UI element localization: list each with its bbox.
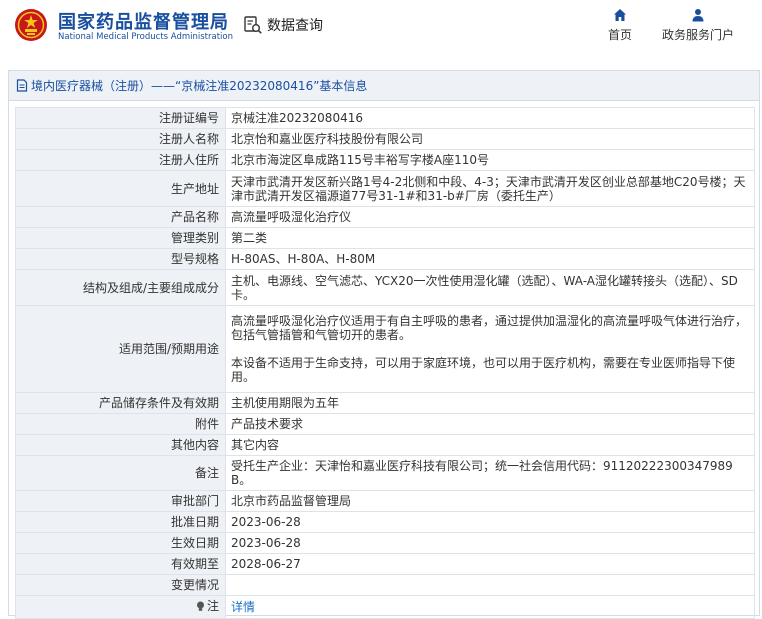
- row-value: H-80AS、H-80A、H-80M: [225, 248, 755, 270]
- row-value: 2023-06-28: [225, 511, 755, 533]
- usage-paragraph: 本设备不适用于生命支持，可以用于家庭环境，也可以用于医疗机构，需要在专业医师指导…: [231, 356, 736, 384]
- table-row: 型号规格 H-80AS、H-80A、H-80M: [15, 248, 755, 270]
- row-label: 适用范围/预期用途: [15, 305, 226, 393]
- nav-home-label: 首页: [607, 28, 632, 42]
- row-label: 产品名称: [15, 206, 226, 228]
- row-value: [225, 574, 755, 596]
- table-row: 批准日期 2023-06-28: [15, 511, 755, 533]
- row-value: 主机使用期限为五年: [225, 392, 755, 414]
- nav-gov-portal[interactable]: 政务服务门户: [656, 8, 740, 43]
- table-row: 注 详情: [15, 595, 755, 619]
- row-label: 产品储存条件及有效期: [15, 392, 226, 414]
- row-label: 注册人住所: [15, 149, 226, 171]
- details-link[interactable]: 详情: [231, 600, 255, 614]
- row-label: 型号规格: [15, 248, 226, 270]
- table-row: 审批部门 北京市药品监督管理局: [15, 490, 755, 512]
- row-label: 有效期至: [15, 553, 226, 575]
- lightbulb-icon: [196, 601, 204, 611]
- row-value: 北京怡和嘉业医疗科技股份有限公司: [225, 128, 755, 150]
- table-row: 变更情况: [15, 574, 755, 596]
- row-label: 批准日期: [15, 511, 226, 533]
- row-value: 其它内容: [225, 434, 755, 456]
- detail-panel: 境内医疗器械（注册）——“京械注准20232080416”基本信息 注册证编号 …: [8, 70, 760, 619]
- table-row: 其他内容 其它内容: [15, 434, 755, 456]
- brand-name-en: National Medical Products Administration: [58, 32, 233, 42]
- row-value: 高流量呼吸湿化治疗仪适用于有自主呼吸的患者，通过提供加温湿化的高流量呼吸气体进行…: [225, 305, 755, 393]
- row-label: 生产地址: [15, 170, 226, 207]
- data-query-link[interactable]: 数据查询: [243, 14, 323, 36]
- table-row: 管理类别 第二类: [15, 227, 755, 249]
- row-label: 注册证编号: [15, 107, 226, 129]
- row-value: 产品技术要求: [225, 413, 755, 435]
- row-label: 变更情况: [15, 574, 226, 596]
- row-label: 注: [15, 595, 226, 619]
- row-value: 天津市武清开发区新兴路1号4-2北侧和中段、4-3；天津市武清开发区创业总部基地…: [225, 170, 755, 207]
- row-value: 北京市药品监督管理局: [225, 490, 755, 512]
- table-row: 结构及组成/主要组成成分 主机、电源线、空气滤芯、YCX20一次性使用湿化罐（选…: [15, 269, 755, 306]
- row-value: 高流量呼吸湿化治疗仪: [225, 206, 755, 228]
- table-row: 生效日期 2023-06-28: [15, 532, 755, 554]
- row-value: 京械注准20232080416: [225, 107, 755, 129]
- table-row: 注册人名称 北京怡和嘉业医疗科技股份有限公司: [15, 128, 755, 150]
- nav-gov-portal-label: 政务服务门户: [661, 28, 734, 42]
- row-value: 北京市海淀区阜成路115号丰裕写字楼A座110号: [225, 149, 755, 171]
- row-value: 详情: [225, 595, 755, 619]
- usage-paragraph: 高流量呼吸湿化治疗仪适用于有自主呼吸的患者，通过提供加温湿化的高流量呼吸气体进行…: [231, 314, 748, 342]
- table-row: 附件 产品技术要求: [15, 413, 755, 435]
- info-table: 注册证编号 京械注准20232080416 注册人名称 北京怡和嘉业医疗科技股份…: [15, 107, 755, 619]
- search-document-icon: [244, 16, 262, 34]
- panel-title: 境内医疗器械（注册）——“京械注准20232080416”基本信息: [31, 79, 368, 93]
- table-row: 备注 受托生产企业：天津怡和嘉业医疗科技有限公司；统一社会信用代码：911202…: [15, 455, 755, 491]
- row-label: 备注: [15, 455, 226, 491]
- row-value: 主机、电源线、空气滤芯、YCX20一次性使用湿化罐（选配）、WA-A湿化罐转接头…: [225, 269, 755, 306]
- row-label: 注册人名称: [15, 128, 226, 150]
- panel-header: 境内医疗器械（注册）——“京械注准20232080416”基本信息: [9, 71, 759, 101]
- row-label: 管理类别: [15, 227, 226, 249]
- table-row: 适用范围/预期用途 高流量呼吸湿化治疗仪适用于有自主呼吸的患者，通过提供加温湿化…: [15, 305, 755, 393]
- table-row: 产品储存条件及有效期 主机使用期限为五年: [15, 392, 755, 414]
- row-label: 结构及组成/主要组成成分: [15, 269, 226, 306]
- row-value: 第二类: [225, 227, 755, 249]
- national-emblem-logo[interactable]: [14, 8, 48, 42]
- user-icon: [692, 9, 704, 22]
- top-bar: 国家药品监督管理局 National Medical Products Admi…: [0, 0, 762, 58]
- nav-home[interactable]: 首页: [600, 8, 640, 43]
- row-label: 其他内容: [15, 434, 226, 456]
- data-query-label: 数据查询: [267, 18, 323, 34]
- table-row: 产品名称 高流量呼吸湿化治疗仪: [15, 206, 755, 228]
- document-icon: [16, 79, 28, 92]
- row-value: 受托生产企业：天津怡和嘉业医疗科技有限公司；统一社会信用代码：911202223…: [225, 455, 755, 491]
- row-value: 2023-06-28: [225, 532, 755, 554]
- row-label: 生效日期: [15, 532, 226, 554]
- table-row: 注册证编号 京械注准20232080416: [15, 107, 755, 129]
- row-label: 审批部门: [15, 490, 226, 512]
- table-row: 生产地址 天津市武清开发区新兴路1号4-2北侧和中段、4-3；天津市武清开发区创…: [15, 170, 755, 207]
- row-value: 2028-06-27: [225, 553, 755, 575]
- note-label: 注: [206, 599, 219, 613]
- row-label: 附件: [15, 413, 226, 435]
- home-icon: [614, 9, 626, 21]
- table-row: 有效期至 2028-06-27: [15, 553, 755, 575]
- brand-name-cn: 国家药品监督管理局: [58, 12, 229, 33]
- note-label-wrap: 注: [196, 599, 219, 613]
- table-row: 注册人住所 北京市海淀区阜成路115号丰裕写字楼A座110号: [15, 149, 755, 171]
